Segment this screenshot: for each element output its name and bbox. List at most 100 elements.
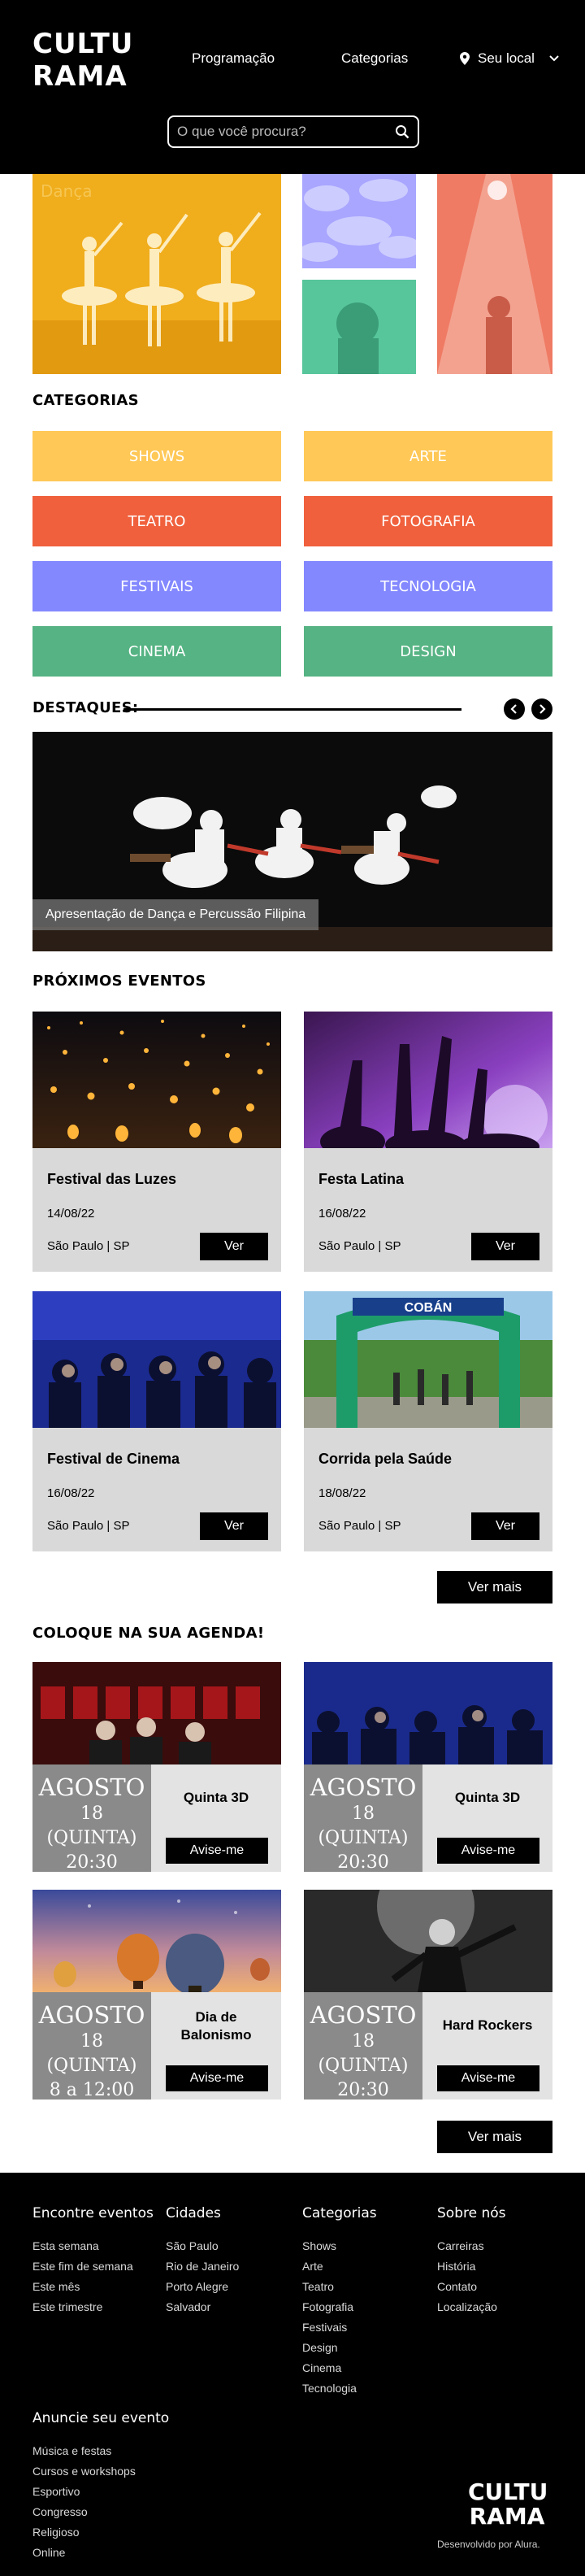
category-tecnologia[interactable]: TECNOLOGIA [304, 561, 552, 611]
event-info: Festa Latina 16/08/22 São Paulo | SP Ver [304, 1148, 552, 1272]
carousel-prev-button[interactable] [504, 698, 525, 720]
footer-link[interactable]: Esta semana [32, 2236, 154, 2256]
hero-overlay-text: Dança [41, 181, 93, 201]
chevron-down-icon [549, 55, 559, 62]
category-arte[interactable]: ARTE [304, 431, 552, 481]
location-pin-icon [460, 52, 470, 65]
event-view-button[interactable]: Ver [200, 1233, 268, 1260]
category-fotografia[interactable]: FOTOGRAFIA [304, 496, 552, 546]
highlights-title: DESTAQUES: [32, 699, 139, 716]
footer-column-advertise: Anuncie seu evento Música e festas Curso… [32, 2410, 169, 2563]
carousel-next-button[interactable] [531, 698, 552, 720]
footer-link[interactable]: Este trimestre [32, 2297, 154, 2317]
agenda-title: COLOQUE NA SUA AGENDA! [32, 1625, 265, 1642]
event-view-button[interactable]: Ver [471, 1233, 540, 1260]
footer-column-about: Sobre nós Carreiras História Contato Loc… [437, 2205, 506, 2317]
hero-ballet-image: Dança [32, 174, 281, 374]
event-image-race: COBÁN [304, 1291, 552, 1428]
event-card: Festa Latina 16/08/22 São Paulo | SP Ver [304, 1012, 552, 1272]
agenda-month: AGOSTO [38, 2001, 145, 2029]
agenda-event-title: Hard Rockers [442, 2017, 533, 2033]
footer-link[interactable]: Arte [302, 2256, 377, 2277]
agenda-time: 20:30 [337, 2080, 389, 2100]
category-cinema[interactable]: CINEMA [32, 626, 281, 677]
footer-link[interactable]: Cinema [302, 2358, 377, 2378]
agenda-card: AGOSTO 18 (QUINTA) 20:30 Hard Rockers Av… [304, 1890, 552, 2100]
agenda-info: Dia de Balonismo Avise-me [151, 1992, 281, 2100]
footer-link[interactable]: Porto Alegre [166, 2277, 239, 2297]
nav-programacao[interactable]: Programação [192, 50, 275, 67]
footer-link[interactable]: Contato [437, 2277, 506, 2297]
chevron-right-icon [540, 704, 546, 714]
event-image-party [304, 1012, 552, 1148]
agenda-day: 18 (QUINTA) [46, 2031, 137, 2076]
footer-link[interactable]: Rio de Janeiro [166, 2256, 239, 2277]
footer-link[interactable]: Congresso [32, 2502, 169, 2522]
category-shows[interactable]: SHOWS [32, 431, 281, 481]
notify-me-button[interactable]: Avise-me [166, 1838, 268, 1864]
agenda-event-title: Dia de Balonismo [180, 2009, 252, 2043]
footer-link[interactable]: Este fim de semana [32, 2256, 154, 2277]
notify-me-button[interactable]: Avise-me [437, 1838, 540, 1864]
footer-link[interactable]: Religioso [32, 2522, 169, 2543]
divider [124, 708, 462, 711]
location-selector[interactable]: Seu local [460, 50, 559, 67]
footer-link[interactable]: Shows [302, 2236, 377, 2256]
footer-link[interactable]: Cursos e workshops [32, 2461, 169, 2482]
nav-categorias[interactable]: Categorias [341, 50, 408, 67]
event-city: São Paulo | SP [318, 1239, 401, 1253]
search-input[interactable] [177, 124, 395, 140]
agenda-image-balloons [32, 1890, 281, 1992]
categories-title: CATEGORIAS [32, 392, 139, 409]
footer-link[interactable]: História [437, 2256, 506, 2277]
notify-me-button[interactable]: Avise-me [437, 2065, 540, 2091]
footer-logo[interactable]: CULTU RAMA [468, 2480, 548, 2529]
site-header: CULTU RAMA Programação Categorias Seu lo… [0, 0, 585, 174]
agenda-card: AGOSTO 18 (QUINTA) 20:30 Quinta 3D Avise… [32, 1662, 281, 1873]
footer-column-cities: Cidades São Paulo Rio de Janeiro Porto A… [166, 2205, 239, 2317]
agenda-event-title: Quinta 3D [454, 1790, 521, 1805]
agenda-info: Quinta 3D Avise-me [151, 1764, 281, 1872]
footer-link[interactable]: São Paulo [166, 2236, 239, 2256]
agenda-info: Hard Rockers Avise-me [422, 1992, 552, 2100]
agenda-month: AGOSTO [310, 1773, 417, 1801]
site-logo[interactable]: CULTU RAMA [32, 28, 133, 93]
footer-link[interactable]: Fotografia [302, 2297, 377, 2317]
footer-link[interactable]: Este mês [32, 2277, 154, 2297]
footer-link[interactable]: Salvador [166, 2297, 239, 2317]
race-banner-text: COBÁN [405, 1299, 453, 1315]
footer-link[interactable]: Música e festas [32, 2441, 169, 2461]
footer-link[interactable]: Teatro [302, 2277, 377, 2297]
agenda-time: 8 a 12:00 [49, 2080, 135, 2100]
event-view-button[interactable]: Ver [471, 1512, 540, 1540]
category-festivais[interactable]: FESTIVAIS [32, 561, 281, 611]
footer-link[interactable]: Carreiras [437, 2236, 506, 2256]
agenda-time: 20:30 [337, 1852, 389, 1873]
search-icon[interactable] [395, 124, 410, 139]
chevron-left-icon [510, 704, 517, 714]
notify-me-button[interactable]: Avise-me [166, 2065, 268, 2091]
agenda-day: 18 (QUINTA) [318, 1804, 409, 1848]
agenda-info: Quinta 3D Avise-me [422, 1764, 552, 1872]
highlight-slide[interactable]: Apresentação de Dança e Percussão Filipi… [32, 732, 552, 951]
agenda-day: 18 (QUINTA) [318, 2031, 409, 2076]
event-date: 18/08/22 [318, 1486, 366, 1500]
footer-link[interactable]: Festivais [302, 2317, 377, 2338]
footer-link[interactable]: Esportivo [32, 2482, 169, 2502]
event-image-lanterns [32, 1012, 281, 1148]
category-teatro[interactable]: TEATRO [32, 496, 281, 546]
footer-link[interactable]: Tecnologia [302, 2378, 377, 2399]
footer-link[interactable]: Design [302, 2338, 377, 2358]
event-view-button[interactable]: Ver [200, 1512, 268, 1540]
category-design[interactable]: DESIGN [304, 626, 552, 677]
footer-column-title: Anuncie seu evento [32, 2410, 170, 2426]
agenda-date-block: AGOSTO 18 (QUINTA) 8 a 12:00 [32, 1992, 151, 2100]
footer-column-title: Sobre nós [437, 2205, 506, 2221]
agenda-more-button[interactable]: Ver mais [437, 2121, 552, 2153]
footer-link[interactable]: Localização [437, 2297, 506, 2317]
event-info: Corrida pela Saúde 18/08/22 São Paulo | … [304, 1428, 552, 1551]
upcoming-more-button[interactable]: Ver mais [437, 1571, 552, 1603]
agenda-date-block: AGOSTO 18 (QUINTA) 20:30 [32, 1764, 151, 1873]
hero-portrait-image [302, 280, 416, 374]
footer-link[interactable]: Online [32, 2543, 169, 2563]
